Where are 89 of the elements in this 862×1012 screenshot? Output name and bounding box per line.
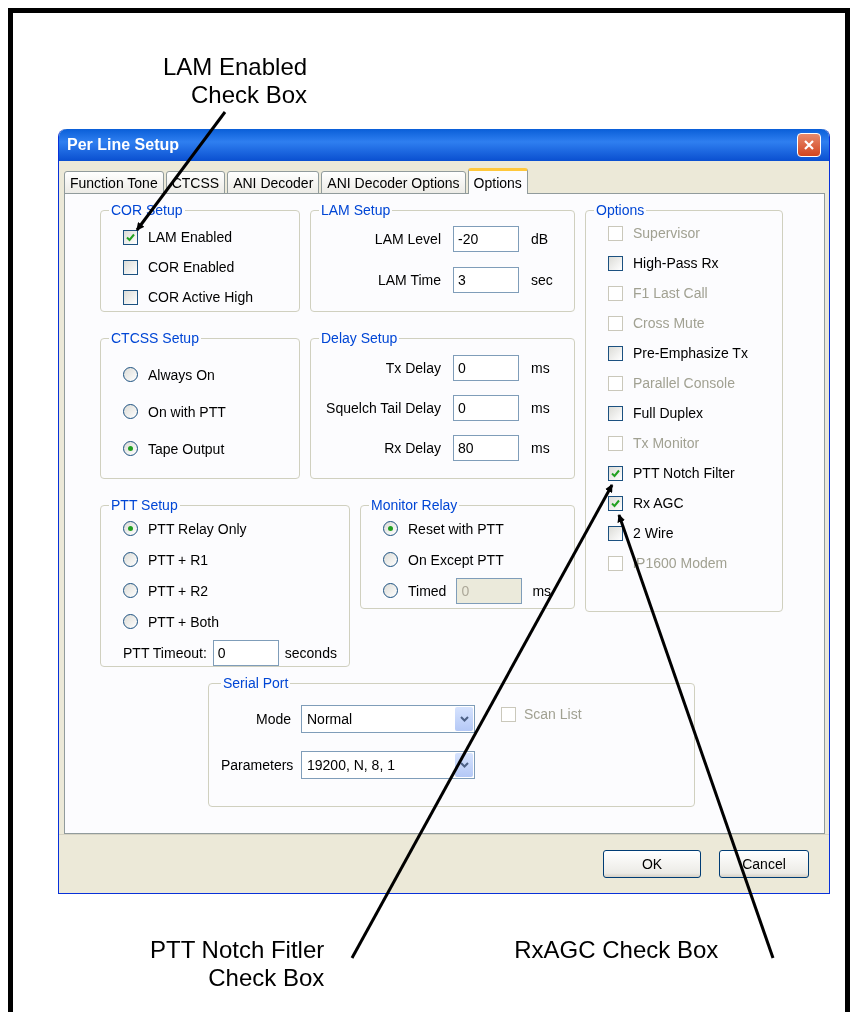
dialog-button[interactable]: OK [603,850,701,878]
field-label: PTT Timeout: [123,644,207,661]
radio-button[interactable] [123,614,138,629]
text-field[interactable]: 0 [453,355,519,381]
tab[interactable]: Function Tone [64,171,164,194]
checkbox-label: Parallel Console [633,375,735,391]
radio-button[interactable] [123,583,138,598]
group-title: CTCSS Setup [110,330,200,346]
radio-button[interactable] [123,441,138,456]
group-title: Delay Setup [320,330,399,346]
checkbox[interactable] [608,255,623,271]
field-label: LAM Level [373,230,441,247]
checkbox-label: 2 Wire [633,525,674,541]
checkbox-label: Scan List [524,706,582,722]
text-field[interactable]: 0 [453,395,519,421]
parameters-dropdown[interactable]: 19200, N, 8, 1 [301,751,475,779]
field-label: Mode [254,711,291,727]
unit-label: ms [531,440,551,456]
checkbox-label: F1 Last Call [633,285,708,301]
checkbox-label: Full Duplex [633,405,704,421]
field-label: Rx Delay [383,440,441,456]
radio-button[interactable] [383,521,398,536]
radio-button[interactable] [123,367,138,382]
radio-button[interactable] [383,583,398,598]
close-button[interactable] [797,133,821,157]
checkbox-label: PTT Notch Filter [633,465,735,481]
field-label: Squelch Tail Delay [325,400,441,416]
tab[interactable]: ANI Decoder [227,171,320,194]
radio-button[interactable] [383,552,398,567]
unit-label: ms [531,360,551,376]
radio-button[interactable] [123,404,138,419]
text-field[interactable]: 3 [453,266,519,293]
checkbox-label: Rx AGC [633,495,684,511]
dialog-button[interactable]: Cancel [719,850,809,878]
annotation-label: PTT Notch Fitler Check Box [150,936,325,992]
checkbox[interactable] [123,289,138,305]
radio-label: On with PTT [148,403,226,420]
text-field[interactable]: 0 [212,639,279,666]
radio-label: Tape Output [148,440,225,457]
radio-label: PTT + Both [148,613,219,630]
group-title: LAM Setup [320,202,392,218]
unit-label: seconds [284,644,337,661]
unit-label: dB [531,230,550,247]
group-title: Monitor Relay [370,497,459,513]
radio-label: Reset with PTT [408,520,504,537]
checkbox-label: High-Pass Rx [633,255,719,271]
window-title: Per Line Setup [67,136,180,154]
radio-label: PTT + R1 [148,551,209,568]
checkbox-label: Supervisor [633,225,700,241]
checkbox-label: Pre-Emphasize Tx [633,345,748,361]
annotation-label: LAM Enabled Check Box [163,53,308,109]
checkbox-label: Cross Mute [633,315,705,331]
annotation-label: RxAGC Check Box [514,936,719,964]
checkbox[interactable] [123,229,138,245]
unit-label: ms [532,582,552,599]
checkbox-label: LAM Enabled [148,229,233,245]
tab[interactable]: Options [467,168,528,194]
checkbox-label: Tx Monitor [633,435,700,451]
field-label: LAM Time [377,271,441,288]
group-title: PTT Setup [110,497,179,513]
checkbox[interactable] [123,259,138,275]
checkbox-label: COR Enabled [148,259,235,275]
mode-dropdown[interactable]: Normal [301,705,475,733]
close-icon [803,139,815,151]
checkbox[interactable] [608,465,623,481]
group-title: Options [595,202,646,218]
checkbox[interactable] [608,345,623,361]
checkbox[interactable] [608,495,623,511]
text-field[interactable]: 80 [453,435,519,461]
radio-label: PTT + R2 [148,582,209,599]
unit-label: sec [531,271,554,288]
check-icon [611,468,620,478]
radio-label: PTT Relay Only [148,520,247,537]
checkbox-label: COR Active High [148,289,254,305]
radio-button[interactable] [123,552,138,567]
radio-label: On Except PTT [408,551,504,568]
check-icon [611,498,620,508]
checkbox[interactable] [608,525,623,541]
field-label: Tx Delay [384,360,441,376]
text-field[interactable]: -20 [453,225,519,252]
check-icon [126,232,135,242]
tab[interactable]: ANI Decoder Options [321,171,466,194]
unit-label: ms [531,400,551,416]
radio-button[interactable] [123,521,138,536]
checkbox[interactable] [608,405,623,421]
radio-label: Timed [408,582,447,599]
field-label: Parameters [221,757,291,773]
group-title: Serial Port [222,675,290,691]
radio-label: Always On [148,366,215,383]
